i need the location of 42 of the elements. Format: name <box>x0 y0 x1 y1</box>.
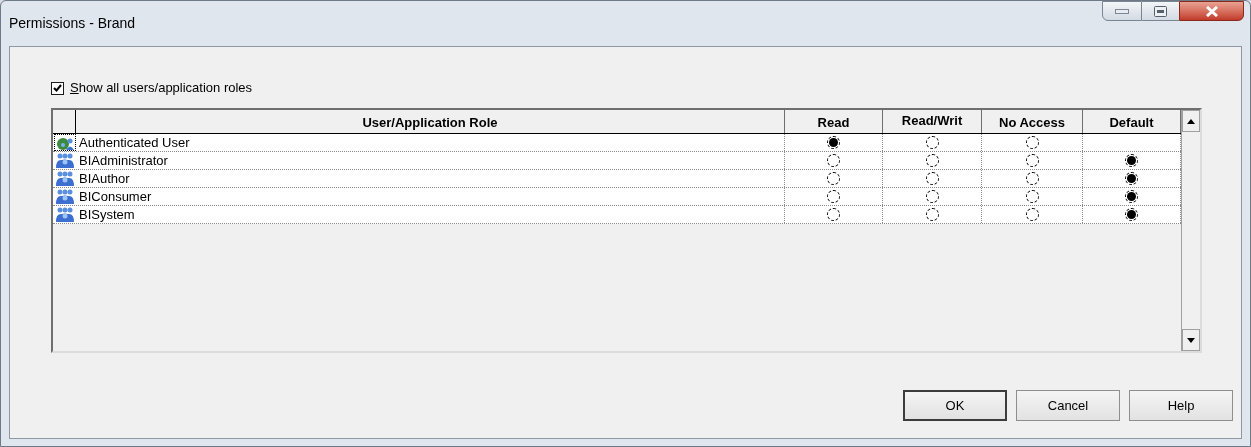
checkbox[interactable] <box>51 81 64 95</box>
close-icon <box>1204 5 1219 17</box>
scroll-down-button[interactable] <box>1182 329 1200 351</box>
radio-button[interactable] <box>925 136 939 149</box>
user-group-icon <box>54 152 75 169</box>
radio-button[interactable] <box>925 172 939 185</box>
radio-button[interactable] <box>827 136 840 149</box>
radio-button[interactable] <box>1125 172 1138 185</box>
up-arrow-icon <box>1187 118 1195 124</box>
cancel-button[interactable]: Cancel <box>1016 390 1120 421</box>
user-group-icon <box>54 188 75 205</box>
maximize-icon <box>1154 5 1167 17</box>
maximize-button[interactable] <box>1142 1 1179 21</box>
radio-button[interactable] <box>1025 154 1039 167</box>
show-all-checkbox-row[interactable]: Show all users/application roles <box>51 80 1233 96</box>
radio-button[interactable] <box>1125 154 1138 167</box>
radio-button[interactable] <box>925 208 939 221</box>
radio-button[interactable] <box>827 172 840 185</box>
radio-button[interactable] <box>827 190 840 203</box>
radio-button[interactable] <box>1125 190 1138 203</box>
check-icon <box>53 84 62 92</box>
radio-button[interactable] <box>827 208 840 221</box>
ok-button[interactable]: OK <box>903 390 1007 421</box>
radio-button[interactable] <box>925 190 939 203</box>
user-group-icon <box>54 206 75 223</box>
radio-button[interactable] <box>1025 190 1039 203</box>
radio-button[interactable] <box>827 154 840 167</box>
close-button[interactable] <box>1179 1 1244 21</box>
radio-button[interactable] <box>1025 172 1039 185</box>
minimize-button[interactable] <box>1102 1 1142 21</box>
radio-button[interactable] <box>1025 136 1039 149</box>
scroll-up-button[interactable] <box>1182 110 1200 132</box>
radio-button[interactable] <box>1025 208 1039 221</box>
scrollbar[interactable] <box>1181 110 1200 351</box>
down-arrow-icon <box>1187 337 1195 343</box>
help-button[interactable]: Help <box>1129 390 1233 421</box>
minimize-icon <box>1115 8 1129 14</box>
radio-button[interactable] <box>925 154 939 167</box>
checkbox-label: Show all users/application roles <box>70 79 253 98</box>
radio-button[interactable] <box>1125 208 1138 221</box>
user-group-icon <box>54 170 75 187</box>
window-title: Permissions - Brand <box>9 14 136 33</box>
